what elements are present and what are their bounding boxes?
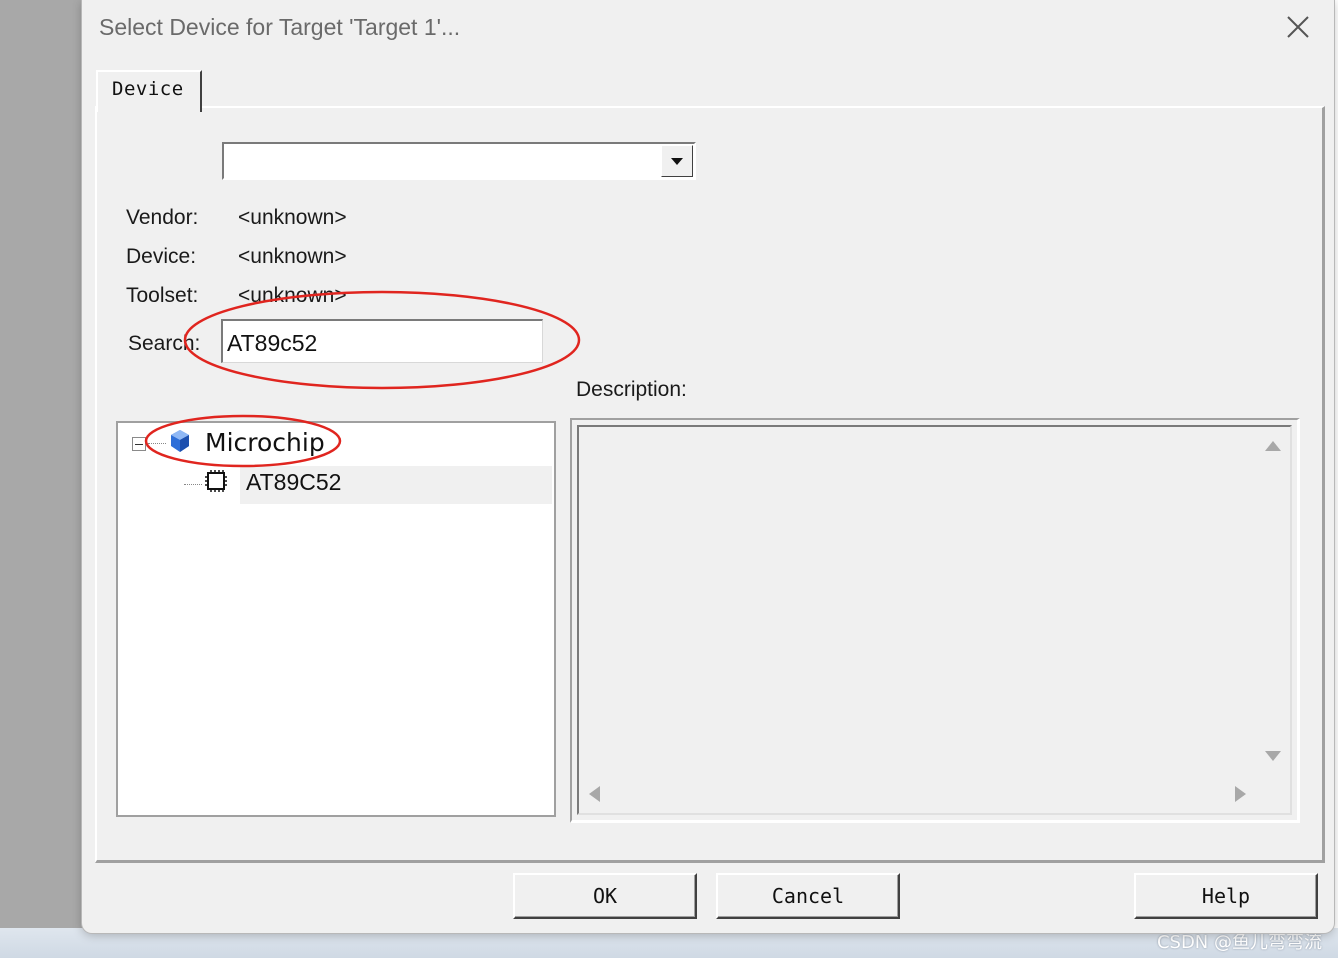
search-label: Search: xyxy=(128,332,201,355)
title-bar[interactable]: Select Device for Target 'Target 1'... xyxy=(82,0,1334,56)
ok-button[interactable]: OK xyxy=(513,873,697,919)
description-text-area[interactable] xyxy=(577,425,1292,815)
tree-connector xyxy=(148,443,166,444)
scroll-up-icon[interactable] xyxy=(1265,441,1281,451)
chevron-down-icon xyxy=(671,158,683,165)
background-window xyxy=(0,0,90,930)
tree-item-vendor[interactable]: Microchip xyxy=(205,428,325,457)
toolset-label: Toolset: xyxy=(126,284,199,307)
device-tree[interactable]: Microchip AT89C52 xyxy=(116,421,556,817)
cancel-button[interactable]: Cancel xyxy=(716,873,900,919)
description-box xyxy=(570,418,1300,823)
scroll-down-icon[interactable] xyxy=(1265,751,1281,761)
description-label: Description: xyxy=(576,378,687,401)
vendor-value: <unknown> xyxy=(238,206,347,229)
tab-device[interactable]: Device xyxy=(96,70,202,112)
tab-device-label: Device xyxy=(112,78,184,100)
help-button[interactable]: Help xyxy=(1134,873,1318,919)
scroll-right-icon[interactable] xyxy=(1235,786,1246,802)
vendor-label: Vendor: xyxy=(126,206,199,229)
chip-icon xyxy=(205,470,227,492)
device-database-combo[interactable] xyxy=(222,142,696,180)
vendor-icon xyxy=(171,430,189,452)
device-value: <unknown> xyxy=(238,245,347,268)
device-tab-panel: Vendor: <unknown> Device: <unknown> Tool… xyxy=(95,106,1325,863)
scroll-left-icon[interactable] xyxy=(589,786,600,802)
search-input[interactable] xyxy=(221,319,543,363)
dialog-title: Select Device for Target 'Target 1'... xyxy=(99,14,461,40)
close-button[interactable] xyxy=(1274,4,1322,50)
device-label: Device: xyxy=(126,245,197,268)
collapse-toggle[interactable] xyxy=(132,437,146,451)
toolset-value: <unknown> xyxy=(238,284,347,307)
scrollbar-corner xyxy=(1256,775,1290,813)
vertical-scrollbar[interactable] xyxy=(1256,427,1290,775)
horizontal-scrollbar[interactable] xyxy=(579,775,1256,813)
tree-item-device[interactable]: AT89C52 xyxy=(246,469,341,496)
close-icon xyxy=(1287,16,1309,38)
combo-dropdown-button[interactable] xyxy=(661,145,693,177)
select-device-dialog: Select Device for Target 'Target 1'... D… xyxy=(82,0,1334,933)
tree-connector xyxy=(184,484,202,485)
